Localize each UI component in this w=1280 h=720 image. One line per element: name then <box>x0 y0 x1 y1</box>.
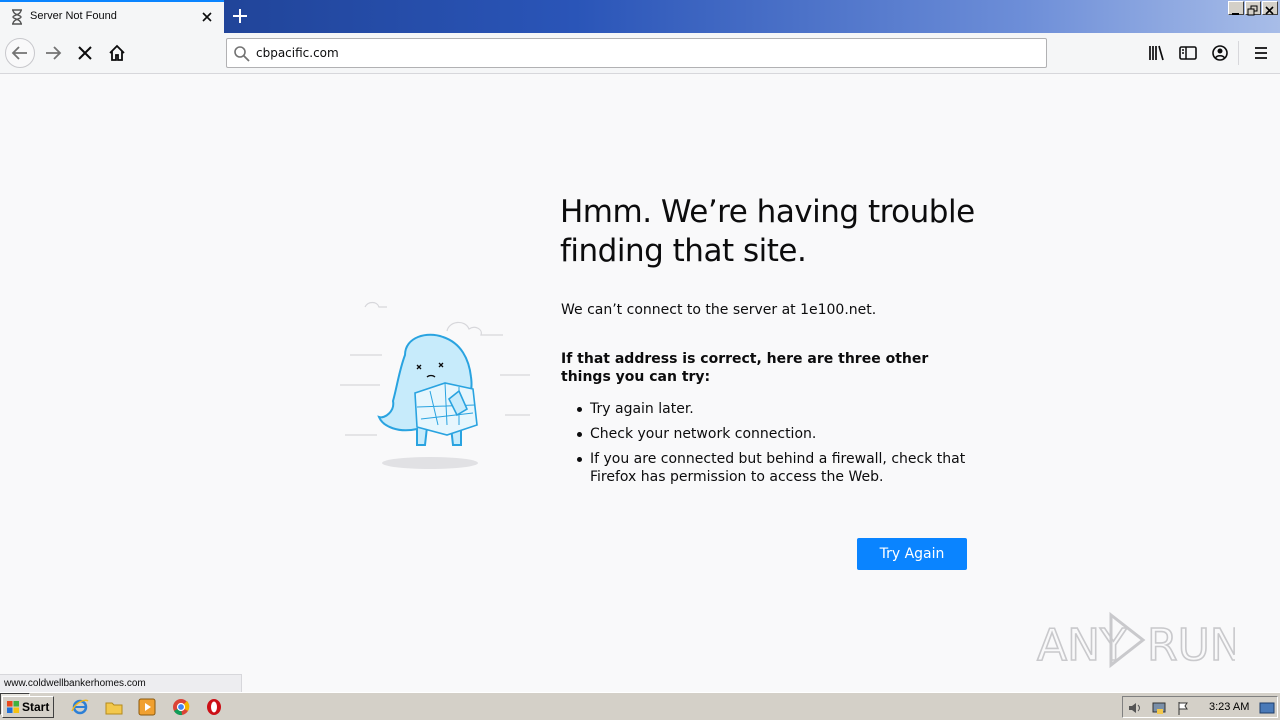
search-icon <box>234 46 250 62</box>
opera-icon[interactable] <box>204 697 224 717</box>
try-again-button[interactable]: Try Again <box>857 538 967 570</box>
toolbar-separator <box>1238 41 1239 65</box>
hamburger-menu-icon[interactable] <box>1250 42 1272 64</box>
title-bar: Server Not Found <box>0 0 1280 33</box>
suggestion-heading: If that address is correct, here are thr… <box>561 351 929 385</box>
close-icon <box>1265 6 1274 15</box>
svg-text:RUN: RUN <box>1147 620 1235 671</box>
minimize-icon <box>1232 13 1239 15</box>
url-bar[interactable]: cbpacific.com <box>226 38 1047 68</box>
stop-button[interactable] <box>70 38 100 68</box>
list-item: If you are connected but behind a firewa… <box>577 450 967 486</box>
dinosaur-map-illustration <box>340 301 530 469</box>
arrow-left-icon <box>11 46 27 60</box>
media-player-icon[interactable] <box>137 697 157 717</box>
windows-logo-icon <box>7 701 19 713</box>
navigation-toolbar: cbpacific.com <box>0 33 1280 74</box>
close-tab-icon[interactable] <box>200 10 214 24</box>
ie-icon[interactable] <box>70 697 90 717</box>
back-button[interactable] <box>5 38 35 68</box>
url-input[interactable]: cbpacific.com <box>256 46 339 60</box>
restore-button[interactable] <box>1245 1 1261 16</box>
close-window-button[interactable] <box>1262 1 1278 15</box>
library-icon[interactable] <box>1145 42 1167 64</box>
restore-icon <box>1247 5 1258 16</box>
hourglass-icon <box>12 9 22 25</box>
suggestion-list: Try again later. Check your network conn… <box>577 400 967 493</box>
volume-icon[interactable] <box>1127 700 1143 716</box>
minimize-button[interactable] <box>1228 1 1244 15</box>
clock: 3:23 AM <box>1209 701 1250 713</box>
taskbar: Start 3:23 AM <box>0 692 1280 720</box>
home-button[interactable] <box>102 38 132 68</box>
home-icon <box>109 44 125 61</box>
explorer-icon[interactable] <box>104 697 124 717</box>
tab-title: Server Not Found <box>30 10 117 22</box>
list-item: Check your network connection. <box>577 425 967 443</box>
arrow-right-icon <box>46 46 62 60</box>
network-icon[interactable] <box>1151 700 1167 716</box>
account-icon[interactable] <box>1209 42 1231 64</box>
start-label: Start <box>22 700 50 714</box>
list-item: Try again later. <box>577 400 967 418</box>
flag-icon[interactable] <box>1175 700 1191 716</box>
system-tray: 3:23 AM <box>1122 696 1278 718</box>
show-desktop-icon[interactable] <box>1259 700 1275 716</box>
sidebar-icon[interactable] <box>1177 42 1199 64</box>
forward-button[interactable] <box>38 38 68 68</box>
start-button[interactable]: Start <box>2 696 54 718</box>
tab-server-not-found[interactable]: Server Not Found <box>0 0 224 33</box>
anyrun-watermark-logo: ANY RUN <box>1036 611 1235 672</box>
chrome-icon[interactable] <box>171 697 191 717</box>
stop-icon <box>78 46 92 60</box>
error-title: Hmm. We’re having trouble finding that s… <box>560 194 975 269</box>
status-url-popup: www.coldwellbankerhomes.com <box>0 674 242 692</box>
error-description: We can’t connect to the server at 1e100.… <box>561 302 877 318</box>
new-tab-button[interactable] <box>230 6 250 26</box>
